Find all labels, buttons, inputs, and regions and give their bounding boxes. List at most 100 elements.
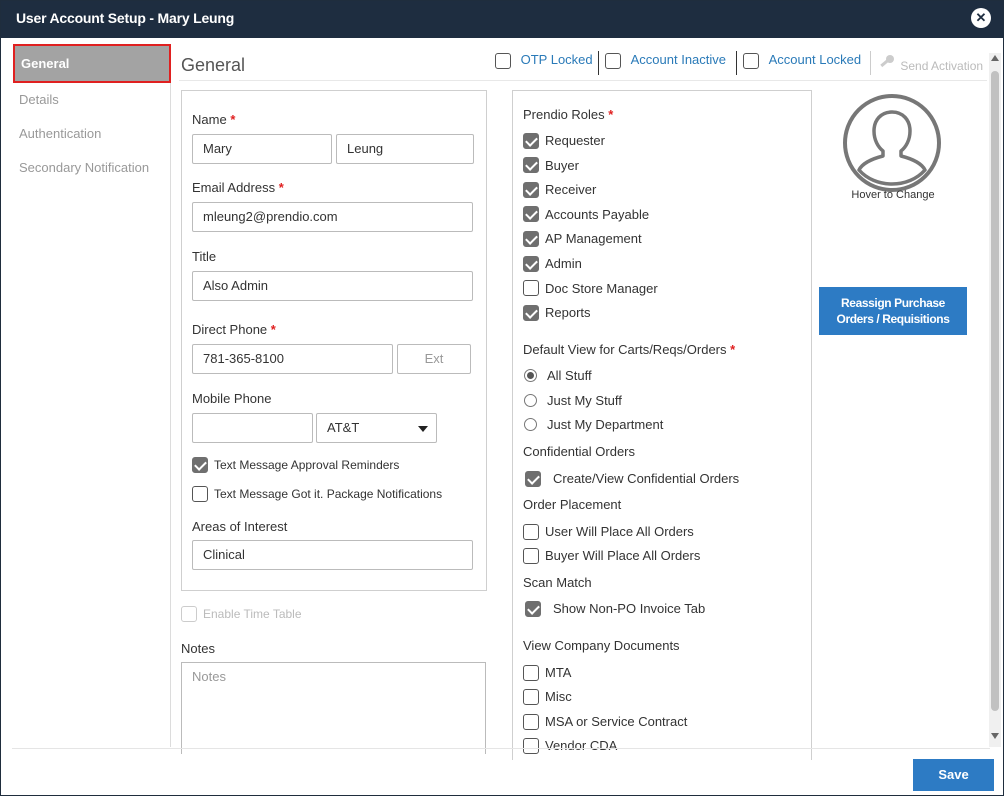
direct-phone-input[interactable]: 781-365-8100 — [192, 344, 393, 374]
role-label: Doc Store Manager — [545, 280, 658, 296]
company-docs-option[interactable]: MSA or Service Contract — [523, 712, 687, 732]
role-checkbox[interactable] — [523, 157, 539, 174]
account-inactive-label[interactable]: Account Inactive — [631, 52, 726, 67]
scan-match-checkbox[interactable] — [525, 600, 541, 617]
default-view-radio[interactable] — [524, 418, 537, 432]
scroll-up-icon[interactable] — [991, 55, 999, 61]
divider — [598, 51, 599, 75]
scroll-down-icon[interactable] — [991, 733, 999, 739]
first-name-input[interactable]: Mary — [192, 134, 332, 164]
dialog-title: User Account Setup - Mary Leung — [16, 10, 235, 26]
confidential-option[interactable]: Create/View Confidential Orders — [525, 469, 739, 489]
role-checkbox[interactable] — [523, 181, 539, 198]
role-option[interactable]: Requester — [523, 131, 605, 151]
role-option[interactable]: Admin — [523, 254, 582, 274]
chevron-down-icon — [418, 426, 428, 432]
role-option[interactable]: Buyer — [523, 156, 579, 176]
default-view-label: All Stuff — [547, 368, 592, 383]
scrollbar[interactable] — [989, 53, 1001, 747]
key-icon — [879, 54, 897, 73]
role-checkbox[interactable] — [523, 230, 539, 247]
mobile-phone-input[interactable] — [192, 413, 313, 443]
company-docs-checkbox[interactable] — [523, 713, 539, 730]
order-placement-option-buyer[interactable]: Buyer Will Place All Orders — [523, 546, 700, 566]
carrier-select[interactable]: AT&T — [316, 413, 437, 443]
nav-item-authentication[interactable]: Authentication — [12, 117, 170, 151]
role-checkbox[interactable] — [523, 132, 539, 149]
role-option[interactable]: Accounts Payable — [523, 205, 649, 225]
role-option[interactable]: Reports — [523, 303, 591, 323]
scrollbar-thumb[interactable] — [991, 71, 999, 711]
company-docs-option[interactable]: MTA — [523, 663, 571, 683]
otp-locked-toggle[interactable]: OTP Locked — [495, 52, 593, 74]
title-input[interactable]: Also Admin — [192, 271, 473, 301]
role-checkbox[interactable] — [523, 255, 539, 272]
role-label: Admin — [545, 256, 582, 271]
otp-locked-checkbox[interactable] — [495, 52, 511, 69]
last-name-input[interactable]: Leung — [336, 134, 474, 164]
roles-card: Prendio Roles * Requester Buyer Receiver Ac… — [512, 90, 812, 760]
company-docs-checkbox[interactable] — [523, 737, 539, 754]
role-option[interactable]: AP Management — [523, 229, 642, 249]
order-placement-heading: Order Placement — [523, 497, 622, 512]
enable-time-table-option[interactable]: Enable Time Table — [181, 604, 302, 624]
account-locked-checkbox[interactable] — [743, 52, 759, 69]
order-placement-user-checkbox[interactable] — [523, 523, 539, 540]
sidebar-nav: General Details Authentication Secondary… — [12, 44, 171, 747]
default-view-radio[interactable] — [524, 393, 537, 407]
default-view-option[interactable]: Just My Stuff — [524, 391, 622, 411]
nav-item-secondary-notification[interactable]: Secondary Notification — [12, 151, 170, 185]
text-package-checkbox[interactable] — [192, 485, 208, 502]
carrier-value: AT&T — [327, 420, 360, 435]
account-inactive-toggle[interactable]: Account Inactive — [605, 52, 726, 74]
text-approval-checkbox[interactable] — [192, 456, 208, 473]
company-docs-checkbox[interactable] — [523, 664, 539, 681]
notes-textarea[interactable]: Notes — [181, 662, 486, 754]
avatar[interactable] — [843, 94, 941, 192]
role-checkbox[interactable] — [523, 280, 539, 297]
account-locked-label[interactable]: Account Locked — [769, 52, 862, 67]
order-placement-user-label: User Will Place All Orders — [545, 524, 694, 539]
role-checkbox[interactable] — [523, 206, 539, 223]
save-button[interactable]: Save — [913, 759, 994, 791]
default-view-radio[interactable] — [524, 369, 537, 383]
company-docs-option[interactable]: Misc — [523, 687, 572, 707]
role-option[interactable]: Doc Store Manager — [523, 279, 658, 299]
scan-match-option[interactable]: Show Non-PO Invoice Tab — [525, 599, 705, 619]
ext-input[interactable]: Ext — [397, 344, 471, 374]
default-view-option[interactable]: Just My Department — [524, 415, 663, 435]
areas-input[interactable]: Clinical — [192, 540, 473, 570]
account-inactive-checkbox[interactable] — [605, 52, 621, 69]
account-locked-toggle[interactable]: Account Locked — [743, 52, 861, 74]
close-icon[interactable]: ✕ — [971, 8, 991, 28]
otp-locked-label[interactable]: OTP Locked — [521, 52, 593, 67]
text-approval-option[interactable]: Text Message Approval Reminders — [192, 455, 399, 475]
company-docs-option[interactable]: Vendor CDA — [523, 736, 617, 756]
role-label: Buyer — [545, 157, 579, 173]
email-input[interactable]: mleung2@prendio.com — [192, 202, 473, 232]
nav-item-general[interactable]: General — [13, 44, 171, 83]
order-placement-option-user[interactable]: User Will Place All Orders — [523, 522, 694, 542]
default-view-label: Just My Stuff — [547, 392, 622, 408]
order-placement-buyer-checkbox[interactable] — [523, 547, 539, 564]
name-label: Name * — [192, 112, 236, 127]
company-docs-label: MTA — [545, 665, 572, 680]
text-package-option[interactable]: Text Message Got it. Package Notificatio… — [192, 484, 442, 504]
order-placement-buyer-label: Buyer Will Place All Orders — [545, 548, 701, 563]
section-title: General — [181, 55, 246, 75]
role-option[interactable]: Receiver — [523, 180, 596, 200]
role-checkbox[interactable] — [523, 304, 539, 321]
footer-divider — [12, 748, 990, 749]
notes-label: Notes — [181, 641, 215, 656]
confidential-checkbox[interactable] — [525, 470, 541, 487]
title-label: Title — [192, 249, 217, 264]
nav-item-details[interactable]: Details — [12, 83, 170, 117]
enable-time-table-checkbox[interactable] — [181, 605, 197, 622]
default-view-option[interactable]: All Stuff — [524, 366, 592, 386]
reassign-orders-button[interactable]: Reassign Purchase Orders / Requisitions — [819, 287, 967, 335]
divider — [736, 51, 737, 75]
send-activation-button[interactable]: Send Activation — [879, 54, 983, 76]
send-activation-label[interactable]: Send Activation — [900, 59, 983, 73]
company-docs-checkbox[interactable] — [523, 688, 539, 705]
reassign-line-2: Orders / Requisitions — [836, 312, 950, 326]
